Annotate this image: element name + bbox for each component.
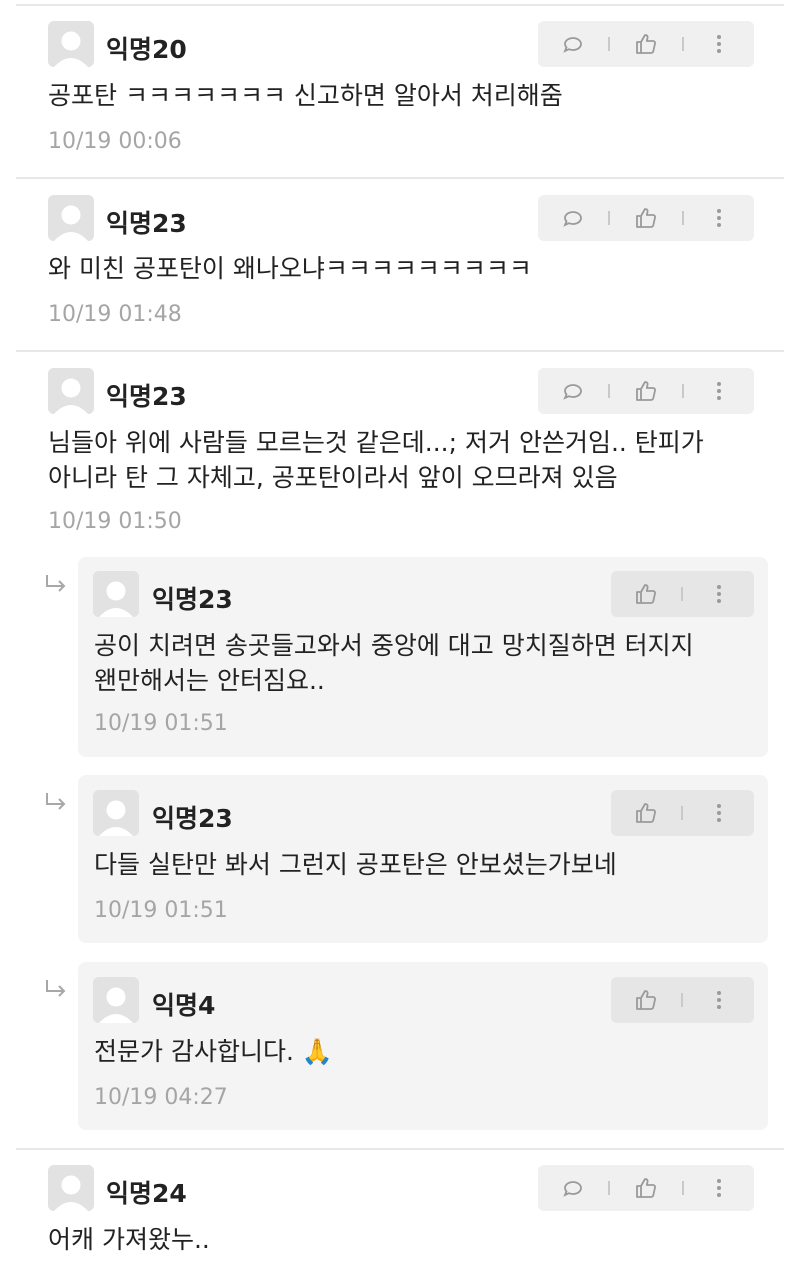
vertical-dots-icon[interactable] [701, 795, 737, 831]
comment-actions [538, 195, 754, 241]
thumbs-up-icon[interactable] [628, 982, 664, 1018]
vertical-dots-icon[interactable] [701, 982, 737, 1018]
comment-time: 10/19 01:50 [48, 509, 182, 534]
comment-text: 공이 치려면 송곳들고와서 중앙에 대고 망치질하면 터지지 [94, 631, 694, 660]
separator [681, 806, 684, 820]
comment-text: 어캐 가져왔누.. [48, 1225, 210, 1254]
avatar [48, 1165, 94, 1211]
comment-time: 10/19 01:51 [94, 711, 228, 736]
thumbs-up-icon[interactable] [628, 1170, 664, 1206]
comment-text: 왠만해서는 안터짐요.. [94, 666, 325, 695]
comment-author: 익명4 [152, 991, 216, 1020]
comment-author: 익명23 [106, 209, 187, 238]
reply-item: 익명4 전문가 감사합니다. 🙏 10/19 04:27 [78, 962, 768, 1130]
reply-arrow-icon [46, 980, 66, 997]
thumbs-up-icon[interactable] [628, 576, 664, 612]
vertical-dots-icon[interactable] [701, 576, 737, 612]
default-avatar-icon [93, 790, 139, 836]
separator [681, 1181, 684, 1195]
comment-actions [538, 21, 754, 67]
separator [608, 1181, 611, 1195]
separator [608, 384, 611, 398]
separator [681, 993, 684, 1007]
vertical-dots-icon[interactable] [701, 200, 737, 236]
comment-author: 익명23 [152, 585, 233, 614]
reply-item: 익명23 공이 치려면 송곳들고와서 중앙에 대고 망치질하면 터지지 왠만해서… [78, 557, 768, 757]
thumbs-up-icon[interactable] [628, 373, 664, 409]
separator [681, 211, 684, 225]
avatar [48, 195, 94, 241]
comment-time: 10/19 04:27 [94, 1085, 228, 1110]
comment-item: 익명20 공포탄 ㅋㅋㅋㅋㅋㅋㅋ 신고하면 알아서 처리해줌 10/19 00:… [0, 0, 800, 178]
comment-text: 아니라 탄 그 자체고, 공포탄이라서 앞이 오므라져 있음 [48, 463, 618, 492]
avatar [93, 790, 139, 836]
thumbs-up-icon[interactable] [628, 795, 664, 831]
avatar [48, 21, 94, 67]
comment-time: 10/19 01:51 [94, 898, 228, 923]
default-avatar-icon [48, 368, 94, 414]
comment-text: 님들아 위에 사람들 모르는것 같은데...; 저거 안쓴거임.. 탄피가 [48, 428, 704, 457]
default-avatar-icon [48, 1165, 94, 1211]
comment-author: 익명24 [106, 1179, 187, 1208]
reply-arrow-icon [46, 793, 66, 810]
separator [608, 211, 611, 225]
reply-item: 익명23 다들 실탄만 봐서 그런지 공포탄은 안보셨는가보네 10/19 01… [78, 775, 768, 943]
avatar [48, 368, 94, 414]
default-avatar-icon [48, 21, 94, 67]
comment-item: 익명23 와 미친 공포탄이 왜나오냐ㅋㅋㅋㅋㅋㅋㅋㅋㅋ 10/19 01:48 [0, 178, 800, 352]
comment-time: 10/19 01:48 [48, 302, 182, 327]
default-avatar-icon [93, 977, 139, 1023]
comment-item: 익명24 어캐 가져왔누.. [0, 1150, 800, 1280]
separator [608, 37, 611, 51]
comment-actions [611, 790, 754, 836]
avatar [93, 571, 139, 617]
vertical-dots-icon[interactable] [701, 26, 737, 62]
comment-text: 공포탄 ㅋㅋㅋㅋㅋㅋㅋ 신고하면 알아서 처리해줌 [48, 81, 563, 110]
separator [681, 587, 684, 601]
comment-author: 익명23 [106, 382, 187, 411]
comment-author: 익명20 [106, 35, 187, 64]
reply-arrow-icon [46, 575, 66, 592]
comment-author: 익명23 [152, 804, 233, 833]
speech-bubble-icon[interactable] [555, 26, 591, 62]
comment-text: 와 미친 공포탄이 왜나오냐ㅋㅋㅋㅋㅋㅋㅋㅋㅋ [48, 254, 532, 283]
separator [681, 37, 684, 51]
speech-bubble-icon[interactable] [555, 200, 591, 236]
comment-time: 10/19 00:06 [48, 129, 182, 154]
thumbs-up-icon[interactable] [628, 26, 664, 62]
comment-actions [538, 368, 754, 414]
thumbs-up-icon[interactable] [628, 200, 664, 236]
comment-actions [538, 1165, 754, 1211]
avatar [93, 977, 139, 1023]
comment-item: 익명23 님들아 위에 사람들 모르는것 같은데...; 저거 안쓴거임.. 탄… [0, 352, 800, 552]
vertical-dots-icon[interactable] [701, 373, 737, 409]
speech-bubble-icon[interactable] [555, 373, 591, 409]
separator [681, 384, 684, 398]
default-avatar-icon [93, 571, 139, 617]
vertical-dots-icon[interactable] [701, 1170, 737, 1206]
comment-actions [611, 977, 754, 1023]
speech-bubble-icon[interactable] [555, 1170, 591, 1206]
default-avatar-icon [48, 195, 94, 241]
comment-actions [611, 571, 754, 617]
comment-text: 전문가 감사합니다. 🙏 [94, 1037, 333, 1066]
comment-text: 다들 실탄만 봐서 그런지 공포탄은 안보셨는가보네 [94, 850, 617, 879]
